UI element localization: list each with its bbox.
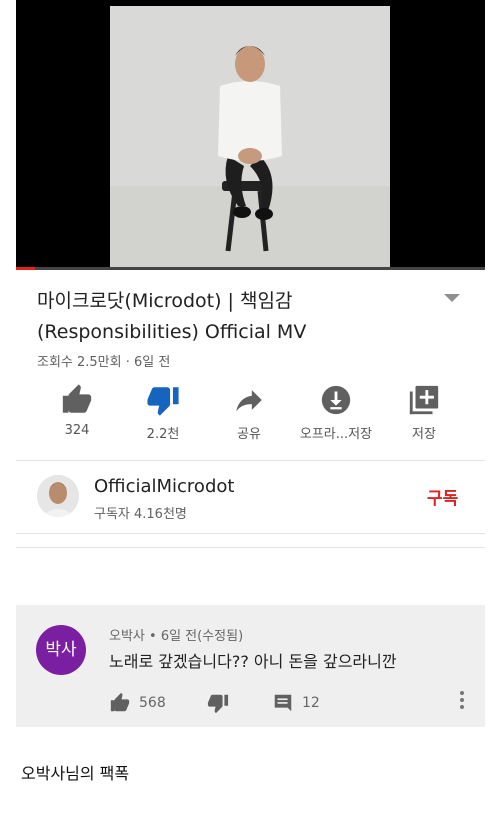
comment-author-time: 오박사 • 6일 전(수정됨): [109, 629, 244, 644]
channel-avatar-image: [37, 475, 79, 517]
divider: [16, 547, 485, 548]
video-title-line1: 마이크로닷(Microdot) | 책임감: [37, 290, 293, 312]
download-icon: [321, 385, 351, 415]
save-to-playlist-button[interactable]: 저장: [374, 383, 474, 442]
video-meta: 조회수 2.5만회 · 6일 전: [37, 355, 171, 370]
like-button[interactable]: 324: [27, 383, 127, 438]
divider: [16, 460, 485, 461]
comment-reply-icon: [274, 694, 292, 712]
offline-save-button[interactable]: 오프라...저장: [286, 383, 386, 442]
comment-like-count: 568: [139, 695, 166, 711]
comment-text: 노래로 갚겠습니다?? 아니 돈을 갚으라니깐: [109, 652, 397, 671]
add-to-playlist-icon: [409, 385, 439, 415]
video-progress-bar[interactable]: [16, 267, 485, 270]
channel-name[interactable]: OfficialMicrodot: [94, 476, 234, 497]
subscribe-button[interactable]: 구독: [427, 484, 458, 509]
video-progress-fill: [16, 267, 35, 270]
expand-description-icon[interactable]: [444, 294, 460, 302]
share-arrow-icon: [236, 390, 262, 412]
post-caption: 오박사님의 팩폭: [21, 764, 130, 783]
thumbs-down-icon: [147, 387, 179, 416]
divider: [16, 533, 485, 534]
subscriber-count: 구독자 4.16천명: [94, 507, 187, 522]
thumbs-up-icon: [62, 384, 92, 413]
video-actions: 324 2.2천 공유 오프라...저장 저장: [16, 383, 485, 443]
offline-save-label: 오프라...저장: [299, 427, 373, 442]
video-thumbnail-person: [110, 46, 390, 268]
video-frame: [110, 6, 390, 268]
more-options-icon[interactable]: [459, 689, 465, 711]
video-title: 마이크로닷(Microdot) | 책임감 (Responsibilities)…: [37, 286, 437, 348]
share-label: 공유: [237, 427, 261, 442]
thumbs-up-icon: [110, 692, 130, 712]
channel-avatar[interactable]: [37, 475, 79, 517]
share-button[interactable]: 공유: [199, 383, 299, 442]
comment-dislike-button[interactable]: [207, 692, 229, 714]
dislike-count: 2.2천: [146, 427, 180, 442]
comment-reply-button[interactable]: 12: [272, 692, 320, 714]
like-count: 324: [64, 423, 90, 438]
thumbs-down-icon: [207, 694, 229, 714]
commenter-avatar[interactable]: 박사: [36, 625, 86, 675]
comment-actions: 568 12: [109, 692, 469, 714]
video-title-line2: (Responsibilities) Official MV: [37, 321, 307, 343]
comment-reply-count: 12: [302, 695, 320, 711]
dislike-button[interactable]: 2.2천: [113, 383, 213, 442]
video-player[interactable]: [16, 0, 485, 270]
comment-like-button[interactable]: 568: [109, 692, 166, 714]
comment-card: 박사 오박사 • 6일 전(수정됨) 노래로 갚겠습니다?? 아니 돈을 갚으라…: [16, 605, 485, 727]
save-label: 저장: [412, 427, 436, 442]
